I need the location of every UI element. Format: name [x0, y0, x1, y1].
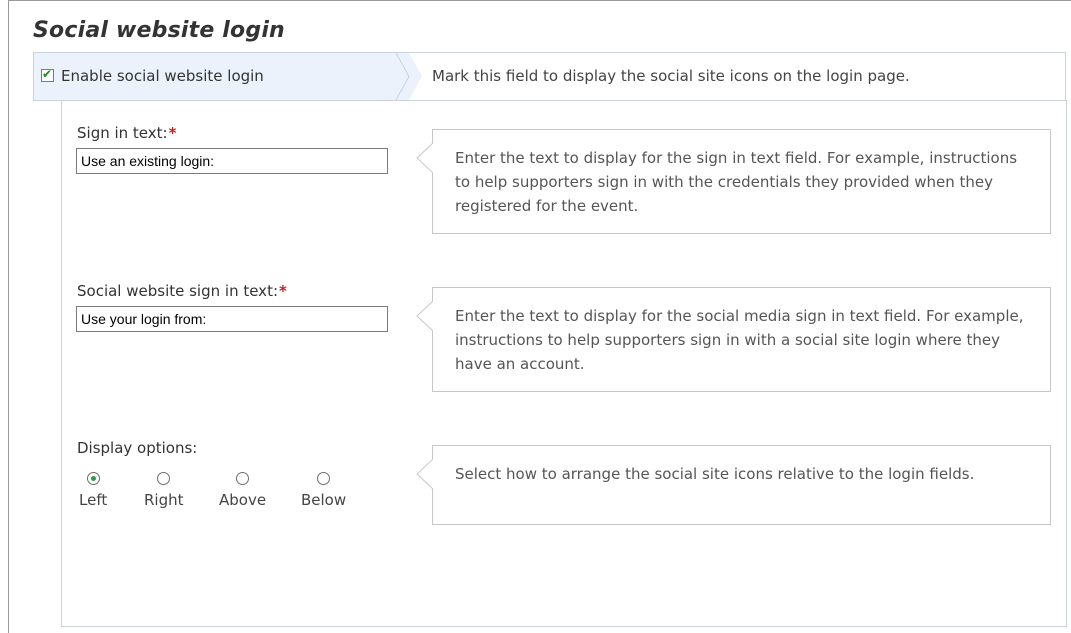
enable-help-text: Mark this field to display the social si…	[432, 67, 910, 85]
enable-row: ✔ Enable social website login Mark this …	[33, 52, 1066, 101]
page-title: Social website login	[33, 18, 285, 43]
radio-above[interactable]: Above	[219, 472, 266, 509]
radio-label-right: Right	[144, 491, 184, 509]
sign-in-label-text: Sign in text:	[77, 124, 168, 142]
required-mark: *	[279, 282, 287, 300]
checkmark-icon: ✔	[42, 67, 53, 81]
enable-label: Enable social website login	[61, 67, 264, 85]
callout-arrow-icon	[416, 459, 433, 489]
social-sign-in-text-label: Social website sign in text:*	[77, 282, 287, 300]
social-sign-in-help-text: Enter the text to display for the social…	[455, 307, 1024, 373]
radio-label-left: Left	[79, 491, 108, 509]
sign-in-help-text: Enter the text to display for the sign i…	[455, 149, 1018, 215]
sign-in-text-input[interactable]	[76, 148, 388, 174]
separator-arrow-icon	[396, 53, 410, 100]
display-options-label: Display options:	[77, 439, 198, 457]
sign-in-text-label: Sign in text:*	[77, 124, 176, 142]
radio-button[interactable]	[157, 472, 171, 485]
display-options-help-box: Select how to arrange the social site ic…	[416, 445, 1051, 525]
required-mark: *	[168, 124, 177, 142]
sign-in-help-box: Enter the text to display for the sign i…	[416, 129, 1051, 234]
radio-button[interactable]	[236, 472, 250, 485]
radio-left[interactable]: Left	[79, 472, 107, 509]
radio-right[interactable]: Right	[144, 472, 184, 509]
callout-arrow-icon	[416, 143, 433, 173]
callout-arrow-icon	[416, 301, 433, 331]
radio-below[interactable]: Below	[301, 472, 346, 509]
display-options-help-text: Select how to arrange the social site ic…	[455, 465, 975, 483]
radio-button-selected[interactable]	[86, 472, 100, 485]
social-sign-in-label-text: Social website sign in text:	[77, 282, 278, 300]
social-sign-in-text-input[interactable]	[76, 306, 388, 332]
radio-label-below: Below	[301, 491, 347, 509]
radio-button[interactable]	[317, 472, 331, 485]
enable-checkbox[interactable]: ✔	[41, 67, 54, 82]
radio-label-above: Above	[219, 491, 267, 509]
social-sign-in-help-box: Enter the text to display for the social…	[416, 287, 1051, 392]
